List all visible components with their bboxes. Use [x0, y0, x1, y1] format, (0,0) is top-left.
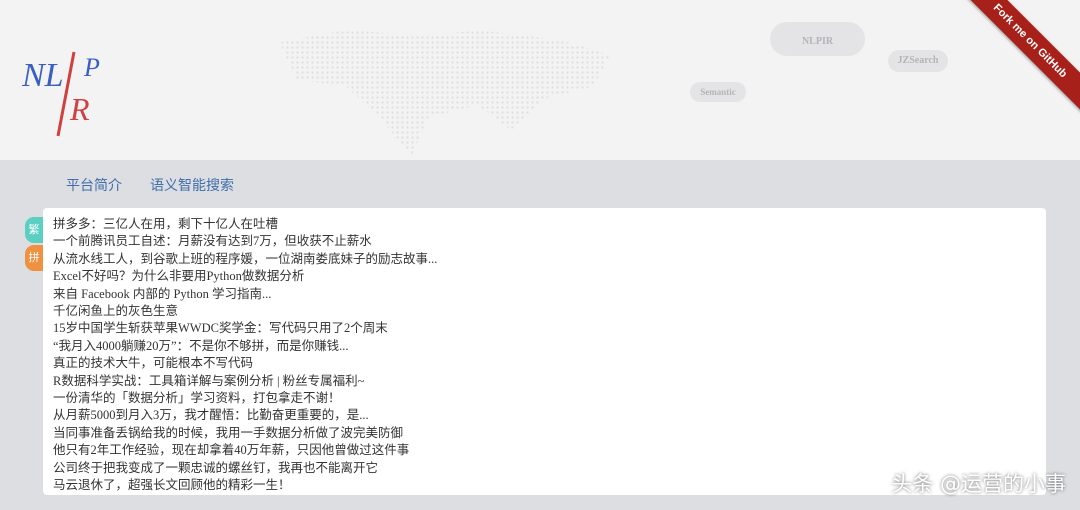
svg-text:P: P — [83, 53, 100, 82]
text-line: 马云退休了，超强长文回顾他的精彩一生！ — [53, 478, 291, 492]
text-line: 15岁中国学生斩获苹果WWDC奖学金：写代码只用了2个周末 — [53, 321, 388, 336]
header: NLPIR JZSearch Semantic NL P R Fork me o… — [0, 0, 1080, 160]
text-line: 真正的技术大牛，可能根本不写代码 — [53, 356, 254, 371]
text-output-area[interactable]: 拼多多：三亿人在用，剩下十亿人在吐槽 一个前腾讯员工自述：月薪没有达到7万，但收… — [43, 208, 1046, 495]
world-map-decoration — [280, 30, 610, 155]
cloud-semantic: Semantic — [690, 82, 746, 102]
watermark: 头条 @运营的小事 — [891, 472, 1066, 496]
cloud-jzsearch: JZSearch — [888, 50, 948, 72]
text-line: 他只有2年工作经验，现在却拿着40万年薪，只因他曾做过这件事 — [53, 443, 410, 458]
text-line: 公司终于把我变成了一颗忠诚的螺丝钉，我再也不能离开它 — [53, 460, 379, 475]
side-tab-pinyin[interactable]: 拼 — [25, 245, 43, 271]
main-nav: 平台简介 语义智能搜索 — [66, 175, 234, 195]
side-tab-traditional[interactable]: 繁 — [25, 217, 43, 243]
text-line: 从月薪5000到月入3万，我才醒悟：比勤奋更重要的，是... — [53, 408, 369, 423]
nlpir-logo[interactable]: NL P R — [22, 48, 122, 138]
text-line: 来自 Facebook 内部的 Python 学习指南... — [53, 286, 272, 301]
text-line: “我月入4000躺赚20万”：不是你不够拼，而是你赚钱... — [53, 338, 349, 353]
text-line: R数据科学实战：工具箱详解与案例分析 | 粉丝专属福利~ — [53, 373, 365, 388]
nav-semantic-search[interactable]: 语义智能搜索 — [150, 175, 234, 195]
text-line: 拼多多：三亿人在用，剩下十亿人在吐槽 — [53, 217, 279, 231]
text-line: 千亿闲鱼上的灰色生意 — [53, 304, 179, 318]
svg-text:R: R — [69, 91, 90, 127]
text-line: 当同事准备丢锅给我的时候，我用一手数据分析做了波完美防御 — [53, 425, 404, 440]
cloud-nlpir: NLPIR — [770, 22, 865, 56]
nav-platform-intro[interactable]: 平台简介 — [66, 175, 122, 195]
fork-me-ribbon[interactable]: Fork me on GitHub — [953, 0, 1080, 118]
text-line: 一个前腾讯员工自述：月薪没有达到7万，但收获不止薪水 — [53, 234, 372, 249]
text-line: Excel不好吗？为什么非要用Python做数据分析 — [53, 269, 305, 284]
text-line: 一份清华的「数据分析」学习资料，打包拿走不谢！ — [53, 391, 341, 405]
svg-text:NL: NL — [22, 57, 64, 94]
text-line: 从流水线工人，到谷歌上班的程序媛，一位湖南娄底妹子的励志故事... — [53, 251, 438, 266]
